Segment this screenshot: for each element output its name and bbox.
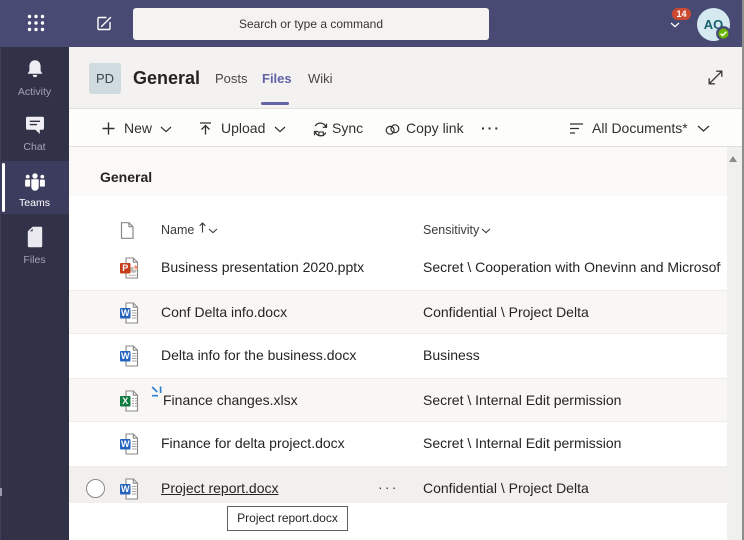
- svg-text:W: W: [121, 484, 130, 494]
- svg-text:X: X: [122, 396, 128, 406]
- svg-text:W: W: [121, 351, 130, 361]
- svg-text:W: W: [121, 439, 130, 449]
- svg-text:P: P: [122, 263, 128, 273]
- svg-text:W: W: [121, 308, 130, 318]
